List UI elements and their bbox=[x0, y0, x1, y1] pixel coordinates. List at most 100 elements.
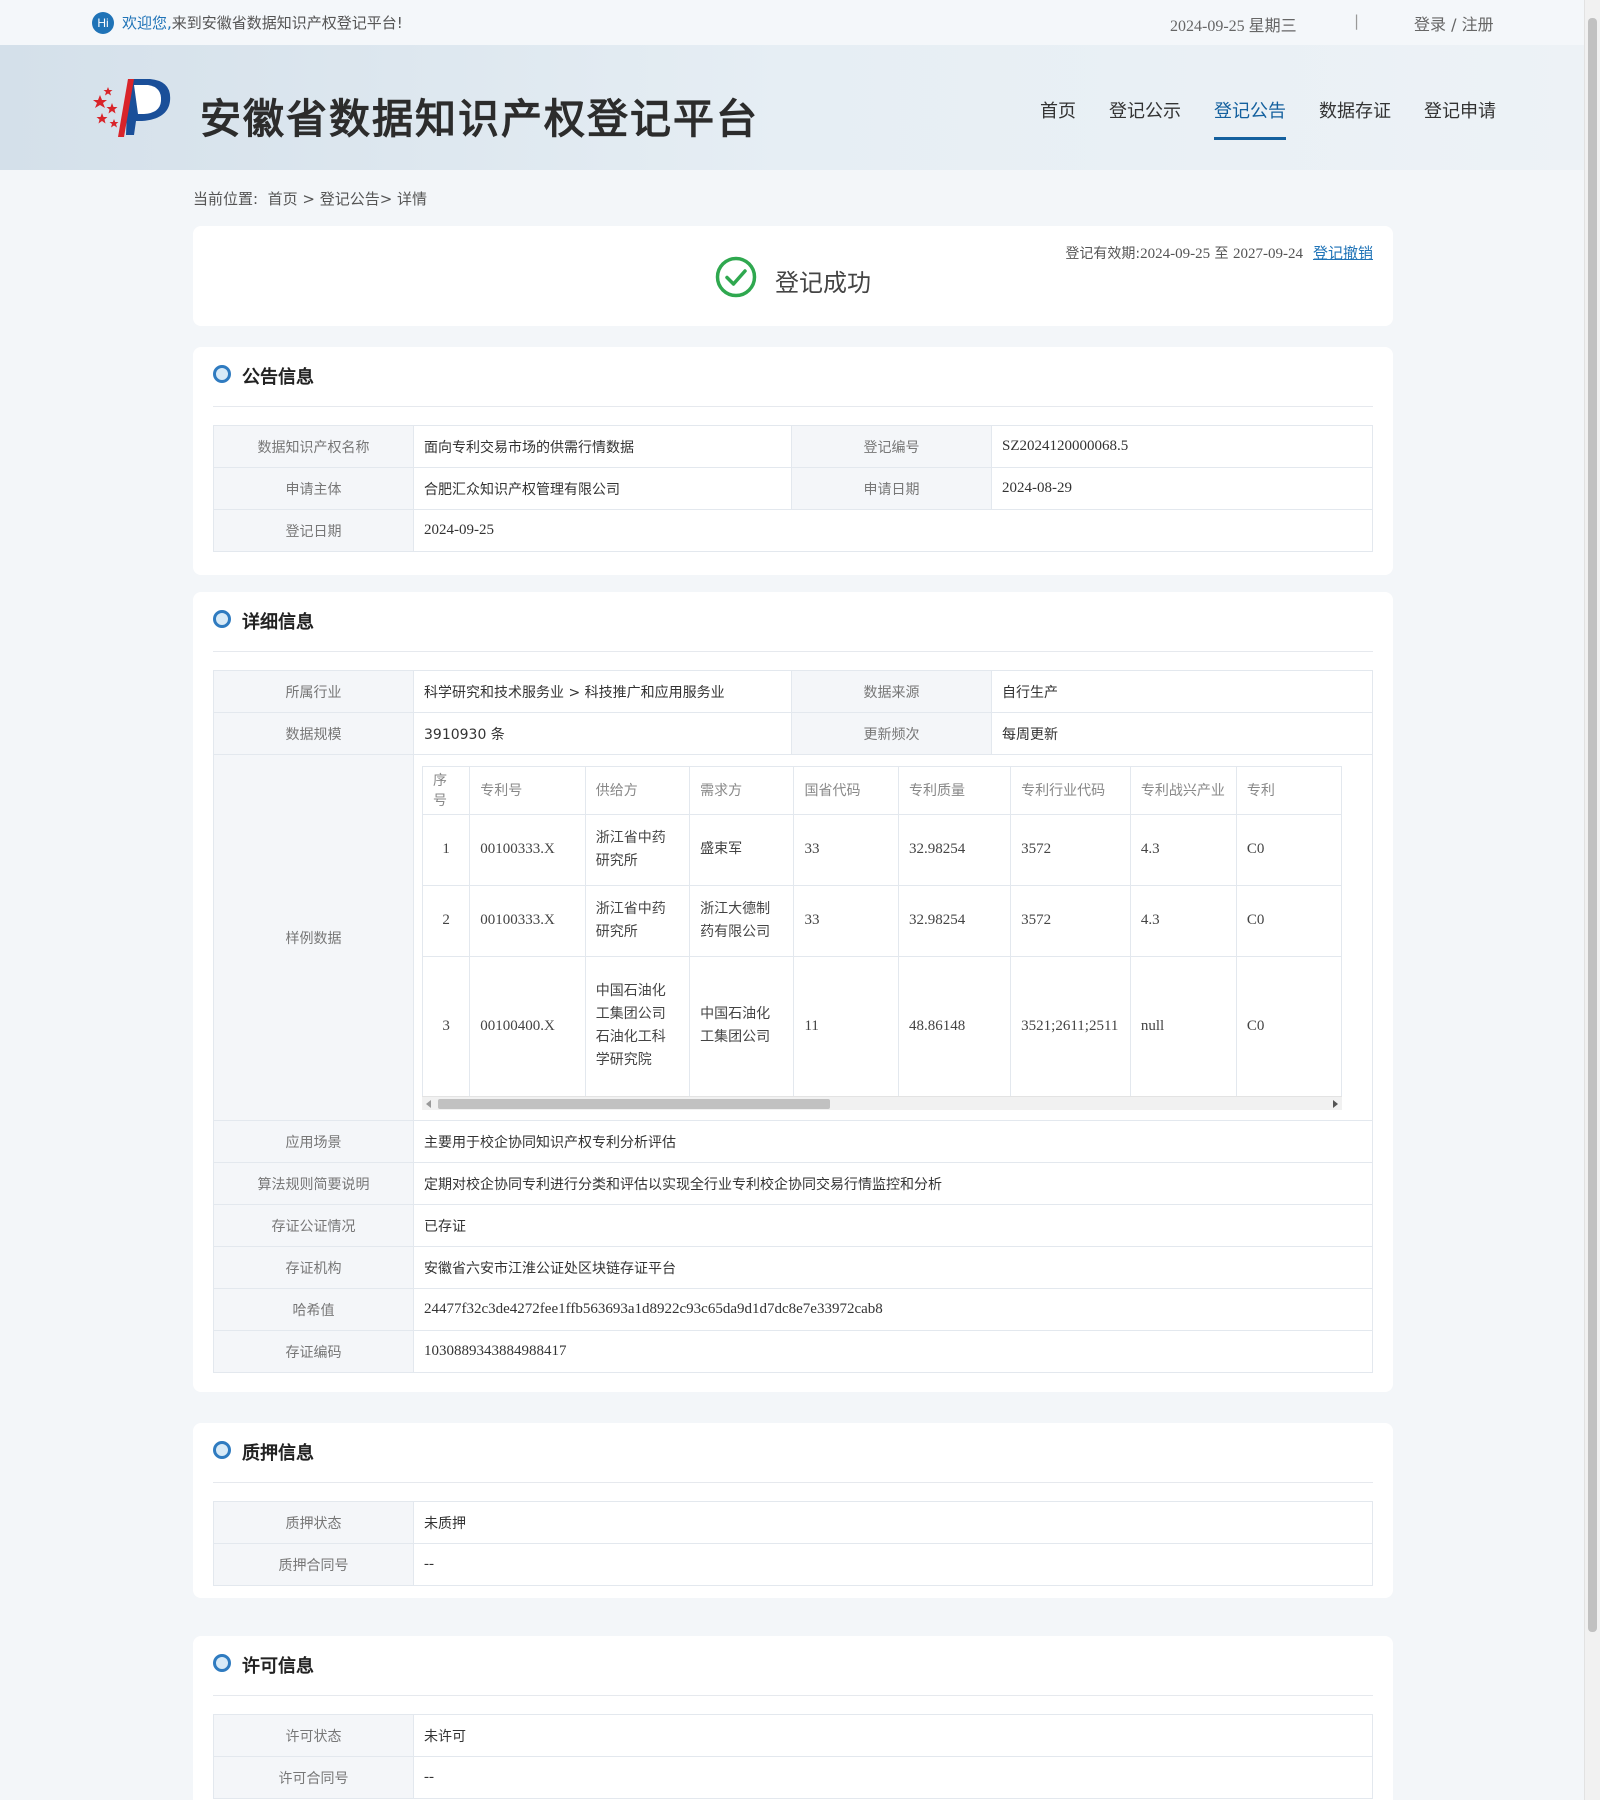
vertical-scrollbar[interactable] bbox=[1584, 0, 1600, 1800]
table-row: 算法规则简要说明 定期对校企协同专利进行分类和评估以实现全行业专利校企协同交易行… bbox=[213, 1162, 1373, 1205]
field-value: 定期对校企协同专利进行分类和评估以实现全行业专利校企协同交易行情监控和分析 bbox=[413, 1162, 1373, 1205]
nav-data-evidence[interactable]: 数据存证 bbox=[1319, 97, 1391, 140]
field-label: 数据来源 bbox=[791, 670, 992, 713]
nav-apply[interactable]: 登记申请 bbox=[1424, 97, 1496, 140]
table-cell: 33 bbox=[793, 884, 900, 957]
field-value: -- bbox=[413, 1543, 1373, 1586]
table-cell: 4.3 bbox=[1129, 884, 1237, 957]
sample-data-scroll[interactable]: 序号 专利号 供给方 需求方 国省代码 专利质量 专利行业代码 专利战兴产业 专… bbox=[422, 765, 1342, 1110]
table-row: 申请主体 合肥汇众知识产权管理有限公司 申请日期 2024-08-29 bbox=[213, 467, 1373, 510]
section-title: 详细信息 bbox=[242, 612, 314, 633]
validity-to: 至 bbox=[1210, 246, 1233, 262]
field-label: 登记编号 bbox=[791, 425, 992, 468]
table-row: 存证机构 安徽省六安市江淮公证处区块链存证平台 bbox=[213, 1246, 1373, 1289]
field-label: 算法规则简要说明 bbox=[213, 1162, 414, 1205]
table-cell: C0 bbox=[1235, 955, 1342, 1097]
nav-announcement[interactable]: 登记公告 bbox=[1214, 97, 1286, 140]
column-header[interactable]: 专利 bbox=[1235, 765, 1342, 815]
section-header: 质押信息 bbox=[213, 1441, 1373, 1483]
table-cell: 11 bbox=[793, 955, 900, 1097]
pledge-info-section: 质押信息 质押状态 未质押 质押合同号 -- bbox=[193, 1423, 1393, 1598]
license-table: 许可状态 未许可 许可合同号 -- bbox=[213, 1714, 1373, 1799]
table-cell: 中国石油化工集团公司 bbox=[689, 955, 795, 1097]
table-cell: 中国石油化工集团公司石油化工科学研究院 bbox=[584, 955, 691, 1097]
table-row: 数据规模 3910930 条 更新频次 每周更新 bbox=[213, 712, 1373, 755]
column-header[interactable]: 序号 bbox=[422, 765, 471, 815]
field-label: 存证机构 bbox=[213, 1246, 414, 1289]
field-label: 所属行业 bbox=[213, 670, 414, 713]
nav-publicity[interactable]: 登记公示 bbox=[1109, 97, 1181, 140]
table-row: 所属行业 科学研究和技术服务业 > 科技推广和应用服务业 数据来源 自行生产 bbox=[213, 670, 1373, 713]
field-value: 每周更新 bbox=[991, 712, 1373, 755]
column-header[interactable]: 需求方 bbox=[689, 765, 795, 815]
table-row: 存证编码 1030889343884988417 bbox=[213, 1330, 1373, 1373]
welcome-message: 欢迎您,来到安徽省数据知识产权登记平台! bbox=[122, 12, 403, 33]
top-bar: Hi 欢迎您,来到安徽省数据知识产权登记平台! 2024-09-25 星期三 |… bbox=[0, 0, 1584, 45]
scroll-left-icon[interactable] bbox=[426, 1099, 431, 1108]
section-bullet-icon bbox=[213, 1441, 231, 1459]
table-cell: 33 bbox=[793, 813, 900, 886]
table-cell: 3521;2611;2511 bbox=[1010, 955, 1131, 1097]
field-value: 科学研究和技术服务业 > 科技推广和应用服务业 bbox=[413, 670, 792, 713]
scrollbar-thumb[interactable] bbox=[1588, 18, 1597, 1632]
field-label: 数据规模 bbox=[213, 712, 414, 755]
column-header[interactable]: 专利质量 bbox=[898, 765, 1012, 815]
field-label: 应用场景 bbox=[213, 1120, 414, 1163]
page: Hi 欢迎您,来到安徽省数据知识产权登记平台! 2024-09-25 星期三 |… bbox=[0, 0, 1584, 1800]
login-link[interactable]: 登录 bbox=[1414, 15, 1446, 34]
validity-start: 2024-09-25 bbox=[1140, 246, 1211, 262]
table-cell: 2 bbox=[422, 884, 471, 957]
field-label: 许可状态 bbox=[213, 1714, 414, 1757]
table-cell: C0 bbox=[1235, 884, 1342, 957]
column-header[interactable]: 供给方 bbox=[584, 765, 691, 815]
field-label: 更新频次 bbox=[791, 712, 992, 755]
section-title: 许可信息 bbox=[242, 1656, 314, 1677]
table-cell: 32.98254 bbox=[898, 884, 1012, 957]
field-label: 申请主体 bbox=[213, 467, 414, 510]
welcome-highlight: 欢迎您, bbox=[122, 14, 172, 32]
notice-info-section: 公告信息 数据知识产权名称 面向专利交易市场的供需行情数据 登记编号 SZ202… bbox=[193, 347, 1393, 575]
table-row: 登记日期 2024-09-25 bbox=[213, 509, 1373, 552]
success-check-icon bbox=[715, 256, 757, 298]
site-header: 安徽省数据知识产权登记平台 首页 登记公示 登记公告 数据存证 登记申请 bbox=[0, 45, 1584, 170]
register-link[interactable]: 注册 bbox=[1462, 15, 1494, 34]
field-label: 质押合同号 bbox=[213, 1543, 414, 1586]
column-header[interactable]: 国省代码 bbox=[793, 765, 900, 815]
site-logo-icon[interactable] bbox=[90, 73, 180, 143]
current-date: 2024-09-25 星期三 bbox=[1170, 18, 1297, 35]
field-value: -- bbox=[413, 1756, 1373, 1799]
sample-data-cell: 序号 专利号 供给方 需求方 国省代码 专利质量 专利行业代码 专利战兴产业 专… bbox=[413, 754, 1373, 1121]
table-row: 许可状态 未许可 bbox=[213, 1714, 1373, 1757]
column-header[interactable]: 专利号 bbox=[469, 765, 586, 815]
column-header[interactable]: 专利行业代码 bbox=[1010, 765, 1131, 815]
field-value: 未许可 bbox=[413, 1714, 1373, 1757]
table-row: 哈希值 24477f32c3de4272fee1ffb563693a1d8922… bbox=[213, 1288, 1373, 1331]
detail-info-section: 详细信息 所属行业 科学研究和技术服务业 > 科技推广和应用服务业 数据来源 自… bbox=[193, 592, 1393, 1392]
section-header: 详细信息 bbox=[213, 610, 1373, 652]
field-value: 3910930 条 bbox=[413, 712, 792, 755]
field-value: 2024-09-25 bbox=[413, 509, 1373, 552]
breadcrumb: 当前位置: 首页 > 登记公告> 详情 bbox=[193, 190, 428, 208]
welcome-text: 来到安徽省数据知识产权登记平台! bbox=[171, 14, 403, 32]
table-row: 样例数据 序号 专利号 供给方 需求方 国省代码 专利质量 专利行业代码 专利战… bbox=[213, 754, 1373, 1121]
nav-home[interactable]: 首页 bbox=[1040, 97, 1076, 140]
column-header[interactable]: 专利战兴产业 bbox=[1129, 765, 1237, 815]
section-title: 公告信息 bbox=[242, 367, 314, 388]
main-nav: 首页 登记公示 登记公告 数据存证 登记申请 bbox=[1040, 97, 1496, 140]
pledge-table: 质押状态 未质押 质押合同号 -- bbox=[213, 1501, 1373, 1586]
table-cell: 3 bbox=[422, 955, 471, 1097]
scroll-right-icon[interactable] bbox=[1333, 1099, 1338, 1108]
table-cell: 48.86148 bbox=[898, 955, 1012, 1097]
field-label: 存证公证情况 bbox=[213, 1204, 414, 1247]
scrollbar-thumb[interactable] bbox=[438, 1098, 830, 1109]
validity-label: 登记有效期: bbox=[1065, 246, 1141, 262]
horizontal-scrollbar[interactable] bbox=[422, 1095, 1342, 1110]
table-cell: 浙江大德制药有限公司 bbox=[689, 884, 795, 957]
field-label: 存证编码 bbox=[213, 1330, 414, 1373]
section-title: 质押信息 bbox=[242, 1443, 314, 1464]
table-cell: null bbox=[1129, 955, 1237, 1097]
table-row: 质押状态 未质押 bbox=[213, 1501, 1373, 1544]
revoke-link[interactable]: 登记撤销 bbox=[1313, 242, 1373, 263]
table-cell: 3572 bbox=[1010, 813, 1131, 886]
validity-period: 登记有效期:2024-09-25 至 2027-09-24 bbox=[1065, 243, 1303, 263]
